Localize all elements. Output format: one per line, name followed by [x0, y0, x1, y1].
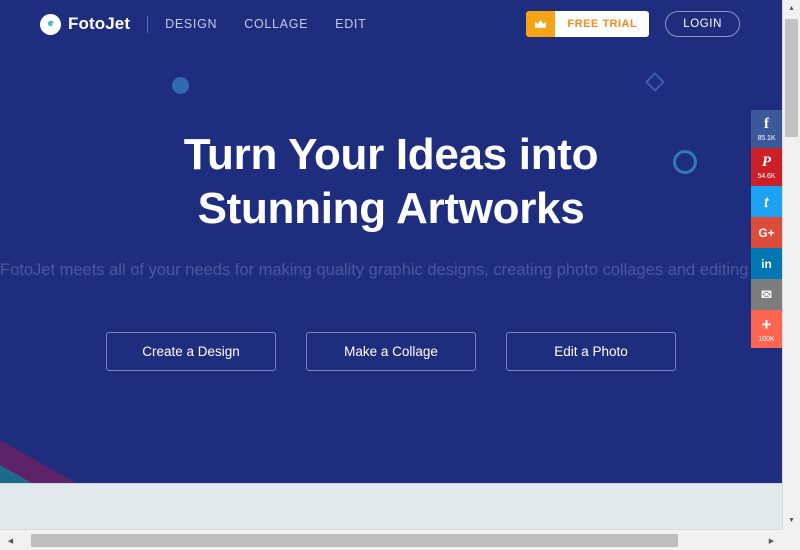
social-pinterest-count: 54.6K: [757, 172, 776, 180]
social-share-rail: f 85.1K P 54.6K 𝑡 G+ in ✉ +100K: [751, 110, 782, 348]
twitter-icon: 𝑡: [764, 193, 769, 210]
pinterest-icon: P: [761, 153, 772, 170]
hero-subtitle: FotoJet meets all of your needs for maki…: [0, 261, 782, 280]
headline-line-2: Stunning Artworks: [197, 183, 585, 233]
social-twitter-button[interactable]: 𝑡: [751, 186, 782, 217]
social-facebook-count: 85.1K: [757, 134, 776, 142]
vertical-scrollbar[interactable]: ▲ ▼: [782, 0, 800, 529]
edit-a-photo-button[interactable]: Edit a Photo: [506, 332, 676, 372]
nav-item-edit[interactable]: EDIT: [335, 17, 366, 31]
facebook-icon: f: [764, 115, 769, 132]
free-trial-label: FREE TRIAL: [555, 11, 650, 37]
horizontal-scrollbar-thumb[interactable]: [31, 534, 678, 547]
scroll-right-arrow-icon[interactable]: ▶: [763, 532, 780, 549]
social-email-button[interactable]: ✉: [751, 279, 782, 310]
social-facebook-button[interactable]: f 85.1K: [751, 110, 782, 148]
browser-page: FotoJet DESIGN COLLAGE EDIT FREE TRIAL L…: [0, 0, 800, 550]
header-divider: [147, 15, 149, 33]
below-fold-strip: [0, 483, 782, 529]
swirl-logo-icon: [40, 13, 61, 35]
free-trial-button[interactable]: FREE TRIAL: [526, 11, 650, 37]
scroll-up-arrow-icon[interactable]: ▲: [783, 0, 800, 17]
headline-line-1: Turn Your Ideas into: [183, 130, 599, 179]
social-linkedin-button[interactable]: in: [751, 248, 782, 279]
scroll-down-arrow-icon[interactable]: ▼: [783, 512, 800, 529]
nav-item-collage[interactable]: COLLAGE: [244, 17, 308, 31]
login-button[interactable]: LOGIN: [665, 11, 740, 37]
make-a-collage-button[interactable]: Make a Collage: [306, 332, 476, 372]
horizontal-scrollbar[interactable]: ◀ ▶: [0, 529, 800, 550]
scroll-left-arrow-icon[interactable]: ◀: [2, 532, 19, 549]
page-title: Turn Your Ideas into Stunning Artworks: [0, 128, 782, 235]
main-nav: DESIGN COLLAGE EDIT: [165, 17, 366, 31]
social-share-more-button[interactable]: +100K: [751, 310, 782, 348]
google-plus-icon: G+: [758, 225, 775, 240]
cta-button-row: Create a Design Make a Collage Edit a Ph…: [0, 332, 782, 372]
linkedin-icon: in: [761, 256, 772, 271]
crown-icon: [526, 11, 556, 37]
header-actions: FREE TRIAL LOGIN: [526, 11, 740, 37]
brand-logo[interactable]: FotoJet: [40, 13, 131, 35]
scrollbar-corner: [782, 529, 800, 550]
create-a-design-button[interactable]: Create a Design: [106, 332, 276, 372]
hero-section: FotoJet DESIGN COLLAGE EDIT FREE TRIAL L…: [0, 0, 782, 483]
share-more-icon: +: [761, 314, 772, 334]
site-header: FotoJet DESIGN COLLAGE EDIT FREE TRIAL L…: [0, 0, 782, 48]
hero-content: Turn Your Ideas into Stunning Artworks F…: [0, 0, 782, 372]
social-google-plus-button[interactable]: G+: [751, 217, 782, 248]
social-pinterest-button[interactable]: P 54.6K: [751, 148, 782, 186]
social-share-more-count: 100K: [758, 335, 775, 343]
vertical-scrollbar-thumb[interactable]: [785, 19, 798, 137]
decorative-teal-triangle-icon: [0, 464, 32, 483]
nav-item-design[interactable]: DESIGN: [165, 17, 217, 31]
email-icon: ✉: [761, 287, 772, 302]
page-viewport: FotoJet DESIGN COLLAGE EDIT FREE TRIAL L…: [0, 0, 782, 529]
brand-name: FotoJet: [68, 14, 131, 33]
